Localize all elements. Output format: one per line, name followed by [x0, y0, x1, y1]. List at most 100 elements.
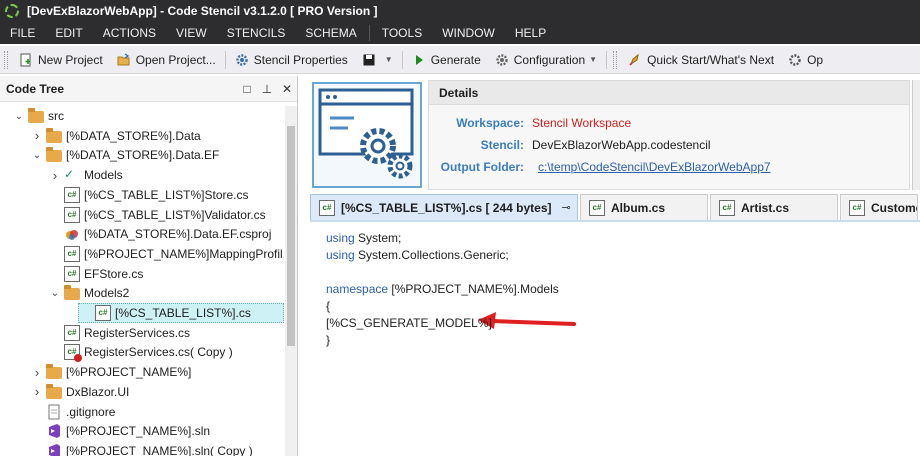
tree-item-label: EFStore.cs: [84, 266, 144, 281]
chevron-right-icon[interactable]: ›: [48, 168, 62, 183]
toolbar-grip: [4, 50, 8, 69]
menu-tools[interactable]: TOOLS: [372, 22, 432, 44]
toolbar-separator: [401, 50, 403, 69]
code-tree-panel: Code Tree □ ⊥ ✕ ⌄ src › [%DATA_STORE%].Data…: [0, 76, 298, 456]
chevron-right-icon[interactable]: ›: [30, 384, 44, 399]
code-text: [%PROJECT_NAME%].Models: [388, 282, 559, 296]
tree-item[interactable]: › [%DATA_STORE%].Data: [30, 126, 201, 146]
pin-icon[interactable]: ⊸: [562, 201, 571, 214]
tab-artist[interactable]: c# Artist.cs: [710, 194, 838, 220]
tree-item[interactable]: › ✓ Models: [48, 165, 123, 185]
code-text: {: [326, 299, 331, 313]
project-file-icon: [64, 226, 80, 242]
save-button[interactable]: ▼: [355, 48, 400, 72]
tree-scrollbar[interactable]: [285, 106, 297, 456]
tree-item[interactable]: c# RegisterServices.cs( Copy ): [48, 342, 233, 363]
code-line: using System.Collections.Generic;: [326, 247, 509, 263]
tree-item[interactable]: › DxBlazor.UI: [30, 382, 129, 402]
generate-button[interactable]: Generate: [405, 48, 488, 72]
tree-item[interactable]: c# RegisterServices.cs: [48, 323, 190, 343]
output-folder-label: Output Folder:: [440, 160, 524, 174]
chevron-right-icon[interactable]: ›: [30, 365, 44, 380]
tree-item[interactable]: c# [%PROJECT_NAME%]MappingProfil...: [48, 244, 284, 264]
tree-item[interactable]: c# EFStore.cs: [48, 264, 143, 284]
tree-item-label: RegisterServices.cs: [84, 325, 191, 340]
chevron-down-icon[interactable]: ⌄: [48, 288, 62, 299]
chevron-down-icon[interactable]: ▼: [589, 55, 597, 64]
tree-item-label: .gitignore: [66, 404, 116, 419]
tree-item[interactable]: c# [%CS_TABLE_LIST%]Store.cs: [48, 185, 249, 205]
gear-icon: [236, 53, 248, 66]
code-line: namespace [%PROJECT_NAME%].Models: [326, 281, 559, 297]
configuration-label: Configuration: [513, 52, 586, 67]
new-project-button[interactable]: New Project: [12, 48, 110, 72]
maximize-icon[interactable]: □: [237, 82, 257, 96]
pin-icon[interactable]: ⊥: [257, 82, 277, 96]
csharp-file-icon: c#: [64, 186, 80, 203]
configuration-button[interactable]: Configuration ▼: [488, 48, 604, 72]
tree-item[interactable]: .gitignore: [30, 402, 115, 422]
tree-item[interactable]: ⌄ src: [12, 106, 64, 126]
csharp-file-icon: c#: [319, 199, 335, 216]
tree-item-label: [%CS_TABLE_LIST%].cs: [115, 306, 251, 320]
check-icon: ✓: [64, 167, 75, 182]
menu-file[interactable]: FILE: [0, 22, 45, 44]
folder-icon: [46, 383, 62, 399]
tree-item[interactable]: [%PROJECT_NAME%].sln: [30, 421, 210, 441]
close-icon[interactable]: ✕: [277, 82, 297, 96]
code-keyword: namespace: [326, 282, 389, 296]
scrollbar-thumb[interactable]: [287, 126, 295, 346]
stencil-properties-button[interactable]: Stencil Properties: [228, 48, 355, 72]
code-text: System;: [354, 231, 402, 245]
tab-cs-table-list[interactable]: c# [%CS_TABLE_LIST%].cs [ 244 bytes] ⊸: [310, 194, 578, 220]
tree-item[interactable]: [%DATA_STORE%].Data.EF.csproj: [48, 224, 271, 244]
output-folder-row: Output Folder: c:\temp\CodeStencil\DevEx…: [429, 157, 771, 177]
code-line: }: [326, 332, 330, 348]
tree-item-label: [%DATA_STORE%].Data.EF.csproj: [84, 227, 272, 242]
menu-separator: [368, 25, 370, 41]
chevron-right-icon[interactable]: ›: [30, 128, 44, 143]
save-icon: [363, 54, 375, 65]
tab-label: Album.cs: [611, 200, 666, 215]
code-tree-title: Code Tree: [6, 81, 65, 96]
stencil-properties-label: Stencil Properties: [253, 52, 348, 67]
gear-icon: [496, 53, 508, 66]
tree-item[interactable]: ⌄ [%DATA_STORE%].Data.EF: [30, 145, 219, 165]
csharp-file-icon: c#: [64, 324, 80, 341]
tree-item[interactable]: c# [%CS_TABLE_LIST%].cs: [78, 303, 284, 323]
open-project-button[interactable]: Open Project...: [110, 48, 223, 72]
tab-album[interactable]: c# Album.cs: [580, 194, 708, 220]
tree-item-label: [%CS_TABLE_LIST%]Validator.cs: [84, 207, 266, 222]
new-project-label: New Project: [38, 52, 103, 67]
tree-item-label: [%DATA_STORE%].Data: [66, 128, 201, 143]
menu-help[interactable]: HELP: [505, 22, 556, 44]
code-line: using System;: [326, 230, 401, 246]
menu-stencils[interactable]: STENCILS: [217, 22, 296, 44]
tab-customer[interactable]: c# Customer: [840, 194, 918, 220]
csharp-file-icon: c#: [64, 344, 82, 363]
tree-item[interactable]: [%PROJECT_NAME%].sln( Copy ): [30, 441, 253, 456]
tree-item[interactable]: ⌄ Models2: [48, 283, 129, 303]
menu-actions[interactable]: ACTIONS: [93, 22, 166, 44]
workspace-label: Workspace:: [456, 116, 524, 130]
app-logo-icon: [5, 4, 19, 18]
tree-item[interactable]: c# [%CS_TABLE_LIST%]Validator.cs: [48, 205, 266, 225]
menu-window[interactable]: WINDOW: [432, 22, 505, 44]
stencil-value: DevExBlazorWebApp.codestencil: [532, 138, 711, 152]
menu-schema[interactable]: SCHEMA: [295, 22, 366, 44]
menu-edit[interactable]: EDIT: [45, 22, 92, 44]
options-button[interactable]: Op: [781, 48, 830, 72]
quick-start-button[interactable]: Quick Start/What's Next: [621, 48, 781, 72]
folder-icon: [64, 285, 80, 301]
chevron-down-icon[interactable]: ⌄: [12, 111, 26, 122]
details-illustration: [312, 82, 422, 188]
code-text: System.Collections.Generic;: [354, 248, 509, 262]
code-editor[interactable]: using System; using System.Collections.Ge…: [310, 220, 920, 456]
chevron-down-icon[interactable]: ▼: [385, 55, 393, 64]
menu-view[interactable]: VIEW: [166, 22, 217, 44]
output-folder-link[interactable]: c:\temp\CodeStencil\DevExBlazorWebApp7: [538, 160, 771, 174]
tree-item[interactable]: › [%PROJECT_NAME%]: [30, 362, 191, 382]
title-bar: [DevExBlazorWebApp] - Code Stencil v3.1.…: [0, 0, 920, 22]
chevron-down-icon[interactable]: ⌄: [30, 150, 44, 161]
csharp-file-icon: c#: [719, 199, 735, 216]
